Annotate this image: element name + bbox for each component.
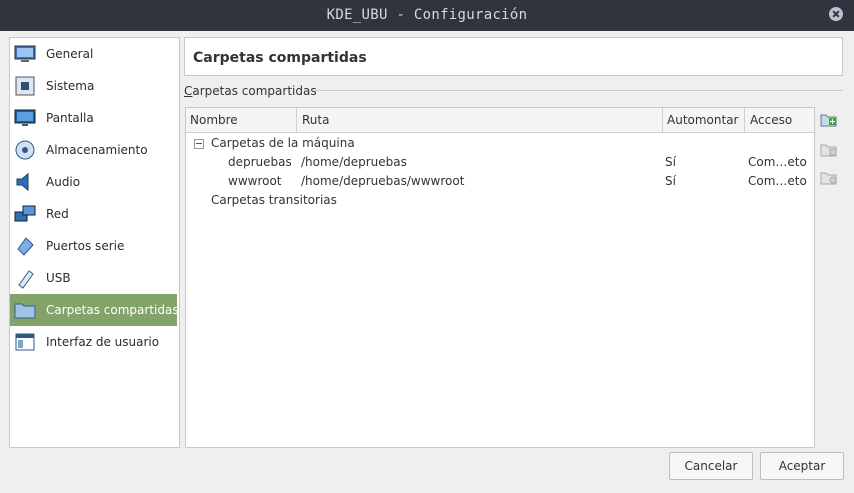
user-interface-icon	[15, 333, 35, 351]
sidebar-item-label: Carpetas compartidas	[46, 303, 179, 317]
page-header: Carpetas compartidas	[184, 37, 843, 76]
title-bar[interactable]: KDE_UBU - Configuración	[0, 0, 854, 31]
sidebar-item-general[interactable]: General	[10, 39, 177, 69]
sidebar-item-sistema[interactable]: Sistema	[10, 71, 177, 101]
accept-button[interactable]: Aceptar	[760, 452, 844, 480]
sidebar-item-label: Sistema	[46, 79, 95, 93]
shared-folders-table[interactable]: Nombre Ruta Automontar Acceso Carpetas d…	[185, 107, 815, 448]
tree-group-transient[interactable]: Carpetas transitorias	[211, 193, 337, 207]
page-title: Carpetas compartidas	[193, 50, 367, 66]
sidebar-item-carpetas-compartidas[interactable]: Carpetas compartidas	[10, 294, 179, 326]
group-label-text: arpetas compartidas	[192, 84, 317, 98]
display-monitor-icon	[14, 109, 36, 126]
row-access: Com…eto	[748, 174, 807, 188]
row-name: wwwroot	[228, 174, 282, 188]
column-separator	[296, 108, 297, 132]
close-button[interactable]	[829, 7, 843, 21]
add-folder-icon[interactable]	[820, 112, 838, 128]
usb-icon	[18, 270, 34, 289]
column-separator	[662, 108, 663, 132]
sidebar-item-label: Audio	[46, 175, 81, 189]
sidebar-item-label: Red	[46, 207, 69, 221]
column-separator	[744, 108, 745, 132]
sidebar: General Sistema Pantalla Almacenamiento …	[9, 37, 180, 448]
sidebar-item-label: Almacenamiento	[46, 143, 148, 157]
sidebar-item-puertos-serie[interactable]: Puertos serie	[10, 231, 177, 261]
sidebar-item-label: General	[46, 47, 94, 61]
row-path: /home/depruebas/wwwroot	[301, 174, 465, 188]
audio-speaker-icon	[16, 172, 29, 192]
collapse-toggle-icon[interactable]	[194, 139, 204, 149]
column-header-automontar[interactable]: Automontar	[667, 113, 739, 127]
storage-disc-icon	[15, 140, 35, 160]
shared-folder-icon	[14, 303, 36, 319]
general-monitor-icon	[14, 45, 36, 62]
sidebar-item-interfaz-usuario[interactable]: Interfaz de usuario	[10, 327, 177, 357]
dialog-body: General Sistema Pantalla Almacenamiento …	[0, 31, 854, 493]
column-header-ruta[interactable]: Ruta	[302, 113, 329, 127]
sidebar-item-usb[interactable]: USB	[10, 263, 177, 293]
group-label: Carpetas compartidas	[184, 84, 317, 98]
row-name: depruebas	[228, 155, 292, 169]
window-title: KDE_UBU - Configuración	[326, 7, 528, 23]
sidebar-item-label: Puertos serie	[46, 239, 125, 253]
sidebar-item-label: USB	[46, 271, 71, 285]
row-automount: Sí	[665, 174, 676, 188]
cancel-button[interactable]: Cancelar	[669, 452, 753, 480]
row-path: /home/depruebas	[301, 155, 407, 169]
remove-folder-icon[interactable]	[820, 170, 838, 186]
sidebar-item-almacenamiento[interactable]: Almacenamiento	[10, 135, 177, 165]
sidebar-item-audio[interactable]: Audio	[10, 167, 177, 197]
row-automount: Sí	[665, 155, 676, 169]
settings-window: KDE_UBU - Configuración General Sistema …	[0, 0, 854, 493]
network-icon	[14, 205, 36, 222]
sidebar-item-pantalla[interactable]: Pantalla	[10, 103, 177, 133]
sidebar-item-label: Interfaz de usuario	[46, 335, 160, 349]
table-header: Nombre Ruta Automontar Acceso	[186, 108, 814, 133]
sidebar-item-label: Pantalla	[46, 111, 94, 125]
tree-group-machine[interactable]: Carpetas de la máquina	[211, 136, 355, 150]
column-header-acceso[interactable]: Acceso	[750, 113, 792, 127]
group-divider	[315, 90, 843, 91]
system-chip-icon	[15, 76, 35, 96]
row-access: Com…eto	[748, 155, 807, 169]
column-header-nombre[interactable]: Nombre	[190, 113, 238, 127]
edit-folder-icon[interactable]	[820, 142, 838, 158]
serial-port-icon	[17, 237, 34, 256]
sidebar-item-red[interactable]: Red	[10, 199, 177, 229]
